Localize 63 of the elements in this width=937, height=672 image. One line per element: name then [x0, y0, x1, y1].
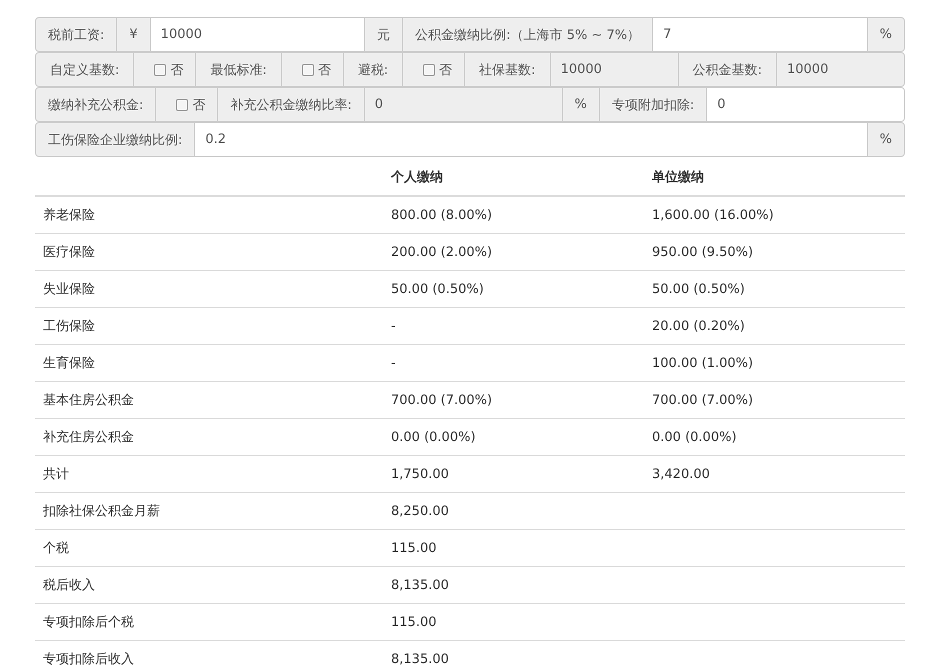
- table-cell: 1,750.00: [391, 466, 449, 482]
- table-cell: 8,135.00: [391, 578, 449, 592]
- field-label: 最低标准:: [195, 52, 282, 87]
- table-cell: 100.00 (1.00%): [652, 356, 754, 370]
- field-label: %: [562, 87, 600, 122]
- table-cell: 50.00 (0.50%): [652, 282, 745, 296]
- table-cell: 基本住房公积金: [43, 393, 134, 408]
- table-cell: 3,420.00: [652, 466, 710, 482]
- table-cell: 扣除社保公积金月薪: [43, 504, 160, 519]
- checkbox[interactable]: 否: [155, 87, 218, 122]
- table-cell: -: [391, 356, 396, 370]
- field-label: 税前工资:: [35, 17, 118, 52]
- table-cell: 8,250.00: [391, 504, 449, 518]
- table-cell: 950.00 (9.50%): [652, 244, 754, 260]
- table-cell: 共计: [43, 467, 69, 482]
- table-cell: 800.00 (8.00%): [391, 208, 492, 222]
- input-field[interactable]: 0: [706, 87, 905, 122]
- column-header: 单位缴纳: [652, 170, 704, 185]
- table-cell: 养老保险: [43, 208, 95, 223]
- input-field[interactable]: 10000: [776, 52, 906, 87]
- field-label: 补充公积金缴纳比率:: [217, 87, 365, 122]
- field-label: 专项附加扣除:: [598, 87, 708, 122]
- table-cell: 工伤保险: [43, 319, 95, 334]
- table-cell: 1,600.00 (16.00%): [652, 208, 774, 222]
- field-label: 自定义基数:: [35, 52, 134, 87]
- table-cell: 115.00: [391, 614, 436, 630]
- checkbox[interactable]: 否: [402, 52, 466, 87]
- table-cell: 个税: [43, 541, 69, 556]
- table-cell: 医疗保险: [43, 245, 95, 260]
- table-cell: 50.00 (0.50%): [391, 282, 484, 296]
- input-field[interactable]: 0: [364, 87, 563, 122]
- table-cell: 0.00 (0.00%): [391, 430, 476, 444]
- column-header: 个人缴纳: [391, 170, 443, 185]
- input-field[interactable]: 10000: [550, 52, 679, 87]
- field-label: ¥: [116, 17, 151, 52]
- checkbox[interactable]: 否: [133, 52, 196, 87]
- table-cell: 专项扣除后收入: [43, 652, 134, 667]
- field-label: 元: [364, 17, 404, 52]
- checkbox[interactable]: 否: [280, 52, 344, 87]
- field-label: 社保基数:: [464, 52, 551, 87]
- field-label: %: [866, 122, 905, 157]
- table-cell: 700.00 (7.00%): [391, 392, 492, 408]
- table-cell: 700.00 (7.00%): [652, 392, 754, 408]
- table-cell: 8,135.00: [391, 652, 449, 666]
- field-label: 缴纳补充公积金:: [35, 87, 156, 122]
- field-label: 避税:: [342, 52, 404, 87]
- table-cell: 补充住房公积金: [43, 430, 134, 445]
- table-cell: 失业保险: [43, 282, 95, 297]
- field-label: 工伤保险企业缴纳比例:: [35, 122, 196, 157]
- table-cell: 115.00: [391, 540, 436, 556]
- table-cell: 税后收入: [43, 578, 95, 593]
- input-field[interactable]: 0.2: [194, 122, 868, 157]
- input-field[interactable]: 10000: [150, 17, 366, 52]
- field-label: 公积金基数:: [678, 52, 777, 87]
- table-cell: 20.00 (0.20%): [652, 318, 745, 334]
- input-field[interactable]: 7: [652, 17, 868, 52]
- table-cell: 专项扣除后个税: [43, 615, 134, 630]
- table-cell: -: [391, 318, 396, 334]
- table-cell: 200.00 (2.00%): [391, 244, 492, 260]
- table-cell: 生育保险: [43, 356, 95, 371]
- field-label: 公积金缴纳比例:（上海市 5% ~ 7%）: [402, 17, 654, 52]
- field-label: %: [866, 17, 906, 52]
- table-cell: 0.00 (0.00%): [652, 430, 737, 444]
